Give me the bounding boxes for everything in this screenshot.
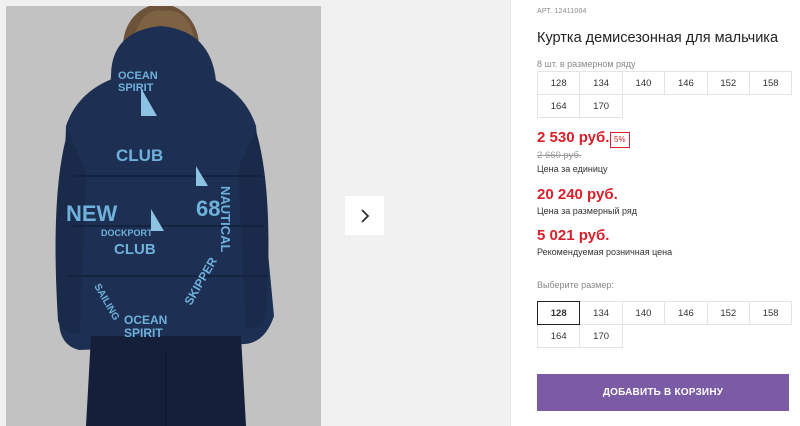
print-text: SPIRIT xyxy=(124,326,163,340)
size-row-cell: 152 xyxy=(706,71,750,95)
column-divider xyxy=(510,0,511,426)
next-image-button[interactable] xyxy=(345,196,384,235)
print-text: 68 xyxy=(196,196,220,221)
size-row-note: 8 шт. в размерном ряду xyxy=(537,59,636,69)
retail-price-label: Рекомендуемая розничная цена xyxy=(537,247,673,257)
product-gallery: OCEAN SPIRIT CLUB NEW NAUTICAL 68 SAILIN… xyxy=(0,0,510,426)
size-option-140[interactable]: 140 xyxy=(621,301,666,325)
size-row-cell: 146 xyxy=(664,71,708,95)
print-text: OCEAN xyxy=(118,70,158,82)
print-text: DOCKPORT xyxy=(101,228,153,238)
size-option-128[interactable]: 128 xyxy=(537,301,581,325)
add-to-cart-button[interactable]: ДОБАВИТЬ В КОРЗИНУ xyxy=(537,374,789,411)
product-info: АРТ. 12411004 Куртка демисезонная для ма… xyxy=(537,0,800,426)
unit-price: 2 530 руб. xyxy=(537,129,610,146)
size-row-cell: 140 xyxy=(621,71,666,95)
print-text: CLUB xyxy=(114,241,156,258)
size-row-cell: 164 xyxy=(537,94,581,118)
size-row-cell: 158 xyxy=(748,71,793,95)
size-row-cell: 134 xyxy=(579,71,623,95)
retail-price: 5 021 руб. xyxy=(537,227,610,244)
article-number: АРТ. 12411004 xyxy=(537,8,587,15)
discount-badge: 5% xyxy=(610,132,630,148)
size-option-158[interactable]: 158 xyxy=(748,301,793,325)
product-title: Куртка демисезонная для мальчика xyxy=(537,30,779,46)
size-row-grid: 128 134 140 146 152 158 164 170 xyxy=(537,71,793,118)
size-row-cell: 170 xyxy=(579,94,623,118)
print-text: NEW xyxy=(66,201,118,226)
print-text: SPIRIT xyxy=(118,82,154,94)
size-option-152[interactable]: 152 xyxy=(706,301,750,325)
size-selector: 128 134 140 146 152 158 164 170 xyxy=(537,301,793,348)
old-price: 2 660 руб. xyxy=(537,150,582,161)
choose-size-label: Выберите размер: xyxy=(537,280,614,290)
size-option-146[interactable]: 146 xyxy=(664,301,708,325)
size-option-134[interactable]: 134 xyxy=(579,301,623,325)
size-option-170[interactable]: 170 xyxy=(579,324,623,348)
row-price: 20 240 руб. xyxy=(537,186,618,203)
print-text: CLUB xyxy=(116,146,163,165)
size-row-cell: 128 xyxy=(537,71,581,95)
size-option-164[interactable]: 164 xyxy=(537,324,581,348)
chevron-right-icon xyxy=(360,208,369,223)
unit-price-label: Цена за единицу xyxy=(537,164,608,174)
product-photo: OCEAN SPIRIT CLUB NEW NAUTICAL 68 SAILIN… xyxy=(6,6,321,426)
print-text: OCEAN xyxy=(124,313,167,327)
row-price-label: Цена за размерный ряд xyxy=(537,206,638,216)
